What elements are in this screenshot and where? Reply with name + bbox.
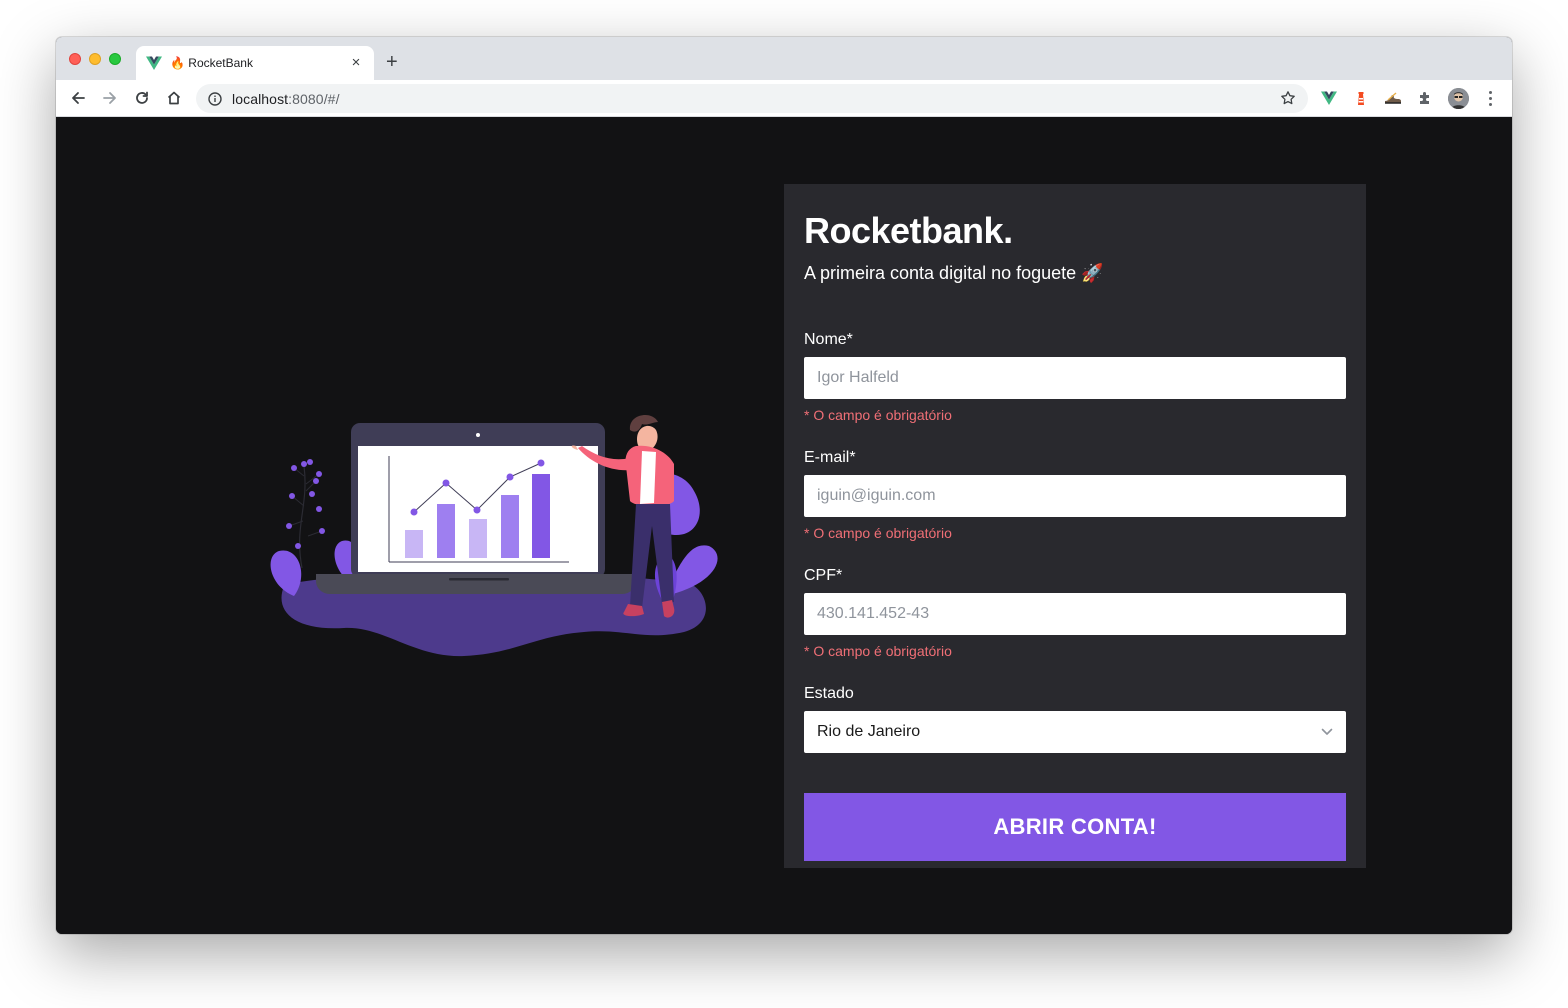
chevron-down-icon	[1321, 728, 1333, 735]
cpf-input[interactable]	[804, 593, 1346, 635]
lighthouse-icon[interactable]	[1352, 89, 1370, 107]
forward-arrow-icon[interactable]	[100, 88, 120, 108]
brand-title: Rocketbank.	[804, 210, 1013, 251]
name-input[interactable]	[804, 357, 1346, 399]
state-select[interactable]: Rio de Janeiro	[804, 711, 1346, 753]
tab-title: 🔥 RocketBank	[170, 56, 253, 70]
tab-close-icon[interactable]: ×	[348, 55, 364, 71]
state-field: Estado Rio de Janeiro	[804, 684, 1346, 753]
email-field: E-mail* * O campo é obrigatório	[804, 448, 1346, 541]
name-error: * O campo é obrigatório	[804, 407, 952, 423]
email-error: * O campo é obrigatório	[804, 525, 952, 541]
browser-tab[interactable]: 🔥 RocketBank ×	[136, 46, 374, 80]
url-path: :8080/#/	[288, 90, 340, 107]
reload-icon[interactable]	[132, 88, 152, 108]
url-host: localhost	[232, 90, 289, 107]
browser-menu-icon[interactable]	[1486, 89, 1494, 107]
brand-tagline: A primeira conta digital no foguete 🚀	[804, 263, 1104, 283]
new-tab-button[interactable]: +	[386, 51, 398, 73]
address-bar[interactable]: localhost:8080/#/	[196, 84, 1308, 113]
home-icon[interactable]	[164, 88, 184, 108]
browser-window: 🔥 RocketBank × + localhost:8080/#/ Rocke…	[56, 37, 1512, 934]
analytics-illustration	[270, 415, 718, 657]
browser-toolbar: localhost:8080/#/	[56, 80, 1512, 117]
url-text: localhost:8080/#/	[232, 91, 340, 107]
cpf-error: * O campo é obrigatório	[804, 643, 952, 659]
cpf-label: CPF*	[804, 567, 843, 584]
vue-logo-icon	[146, 56, 162, 70]
name-label: Nome*	[804, 331, 853, 348]
puzzle-icon[interactable]	[1416, 89, 1434, 107]
open-account-button[interactable]: ABRIR CONTA!	[804, 793, 1346, 861]
minimize-window-button[interactable]	[89, 53, 101, 65]
close-window-button[interactable]	[69, 53, 81, 65]
profile-avatar[interactable]	[1448, 88, 1469, 109]
signup-card: Rocketbank. A primeira conta digital no …	[784, 184, 1366, 868]
cpf-field: CPF* * O campo é obrigatório	[804, 566, 1346, 659]
page-viewport: Rocketbank. A primeira conta digital no …	[56, 117, 1512, 934]
back-arrow-icon[interactable]	[68, 88, 88, 108]
state-selected-value: Rio de Janeiro	[817, 723, 921, 740]
state-label: Estado	[804, 685, 854, 702]
email-label: E-mail*	[804, 449, 856, 466]
email-input[interactable]	[804, 475, 1346, 517]
tab-strip: 🔥 RocketBank × +	[56, 37, 1512, 80]
extension-shoe-icon[interactable]	[1384, 89, 1402, 107]
star-icon[interactable]	[1280, 90, 1296, 106]
vue-devtools-icon[interactable]	[1320, 89, 1338, 107]
info-icon[interactable]	[208, 91, 222, 106]
zoom-window-button[interactable]	[109, 53, 121, 65]
name-field: Nome* * O campo é obrigatório	[804, 330, 1346, 423]
